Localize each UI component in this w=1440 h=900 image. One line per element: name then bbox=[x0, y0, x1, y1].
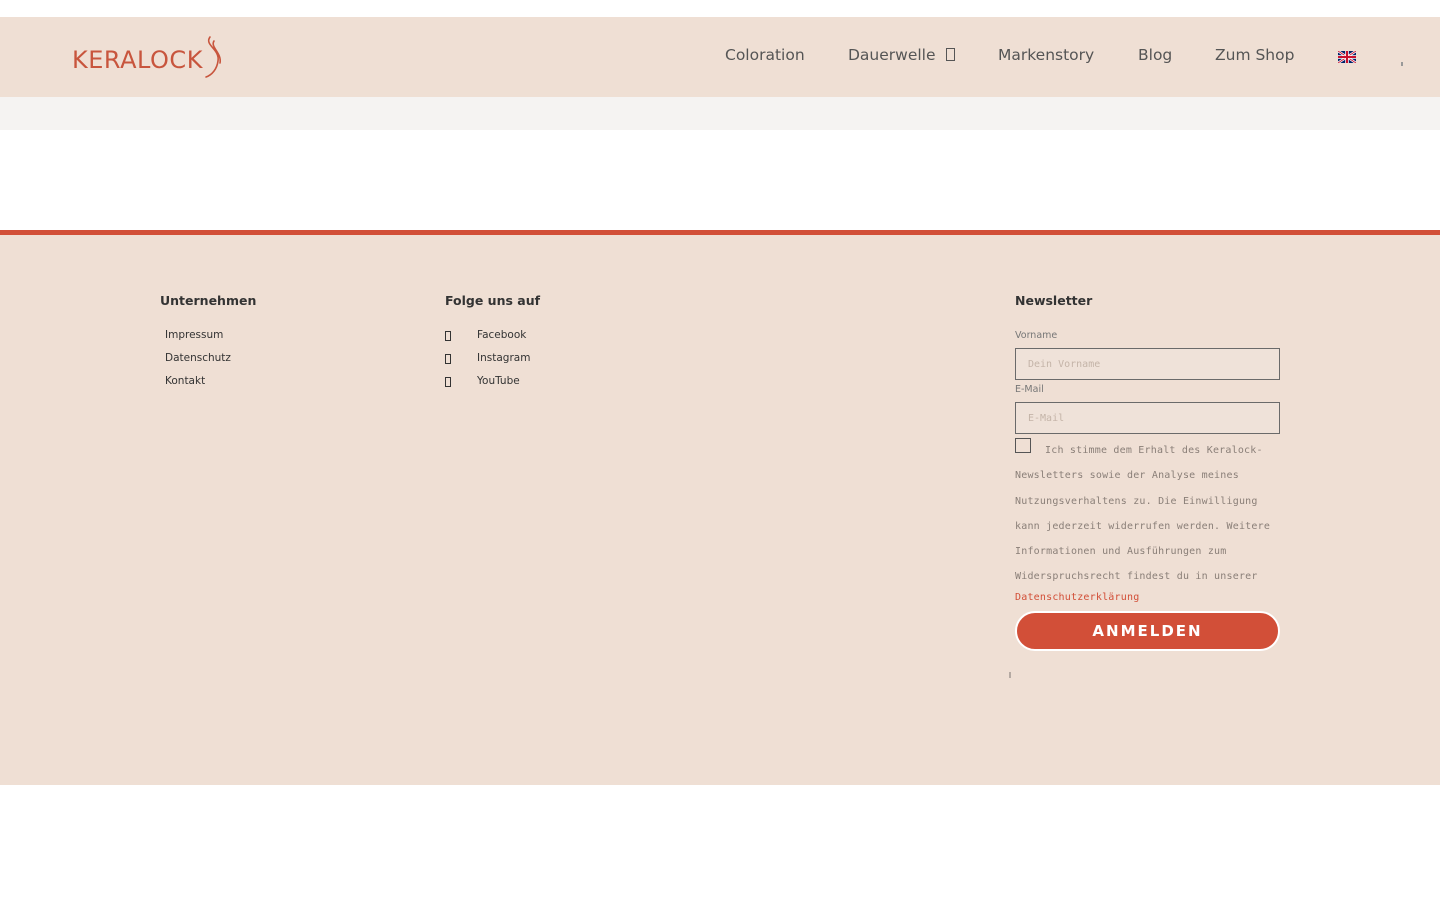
consent-line: Informationen und Ausführungen zum bbox=[1015, 546, 1227, 558]
dropdown-icon[interactable] bbox=[945, 48, 955, 61]
facebook-label: Facebook bbox=[477, 329, 527, 341]
impressum-link[interactable]: Impressum bbox=[165, 329, 223, 341]
instagram-icon bbox=[445, 354, 451, 364]
privacy-policy-link[interactable]: Datenschutzerklärung bbox=[1015, 592, 1139, 603]
firstname-field[interactable] bbox=[1015, 348, 1280, 380]
instagram-link[interactable]: Instagram bbox=[445, 352, 565, 366]
consent-checkbox[interactable] bbox=[1015, 438, 1031, 453]
newsletter-title: Newsletter bbox=[1015, 293, 1093, 308]
instagram-label: Instagram bbox=[477, 352, 531, 364]
company-title: Unternehmen bbox=[160, 293, 257, 308]
nav-dauerwelle[interactable]: Dauerwelle bbox=[848, 46, 955, 64]
consent-line: Ich stimme dem Erhalt des Keralock- bbox=[1045, 445, 1263, 456]
firstname-label: Vorname bbox=[1015, 330, 1058, 341]
breadcrumb-bar bbox=[0, 97, 1440, 130]
subscribe-button[interactable]: ANMELDEN bbox=[1015, 611, 1280, 651]
youtube-link[interactable]: YouTube bbox=[445, 375, 565, 389]
main-navigation: Coloration Dauerwelle Markenstory Blog Z… bbox=[0, 17, 1440, 97]
email-label: E-Mail bbox=[1015, 384, 1044, 395]
nav-markenstory[interactable]: Markenstory bbox=[998, 46, 1094, 64]
form-marker bbox=[1009, 672, 1011, 678]
facebook-icon bbox=[445, 331, 451, 341]
consent-text: Ich stimme dem Erhalt des Keralock- News… bbox=[1015, 438, 1280, 590]
nav-coloration[interactable]: Coloration bbox=[725, 46, 805, 64]
email-field[interactable] bbox=[1015, 402, 1280, 434]
consent-line: Widerspruchsrecht findest du in unserer bbox=[1015, 571, 1258, 583]
kontakt-link[interactable]: Kontakt bbox=[165, 375, 205, 387]
facebook-link[interactable]: Facebook bbox=[445, 329, 565, 343]
nav-blog[interactable]: Blog bbox=[1138, 46, 1172, 64]
consent-line: kann jederzeit widerrufen werden. Weiter… bbox=[1015, 520, 1271, 532]
consent-line: Newsletters sowie der Analyse meines bbox=[1015, 470, 1239, 482]
youtube-label: YouTube bbox=[477, 375, 520, 387]
menu-marker bbox=[1401, 62, 1403, 66]
consent-line: Nutzungsverhaltens zu. Die Einwilligung bbox=[1015, 495, 1258, 507]
social-title: Folge uns auf bbox=[445, 293, 541, 308]
site-footer: Unternehmen Impressum Datenschutz Kontak… bbox=[0, 235, 1440, 785]
datenschutz-link[interactable]: Datenschutz bbox=[165, 352, 231, 364]
youtube-icon bbox=[445, 377, 451, 387]
nav-dauerwelle-label: Dauerwelle bbox=[848, 46, 936, 64]
top-spacer bbox=[0, 0, 1440, 17]
uk-flag-icon[interactable] bbox=[1338, 51, 1356, 63]
nav-zum-shop[interactable]: Zum Shop bbox=[1215, 46, 1294, 64]
site-header: KERALOCK Coloration Dauerwelle Markensto… bbox=[0, 17, 1440, 97]
